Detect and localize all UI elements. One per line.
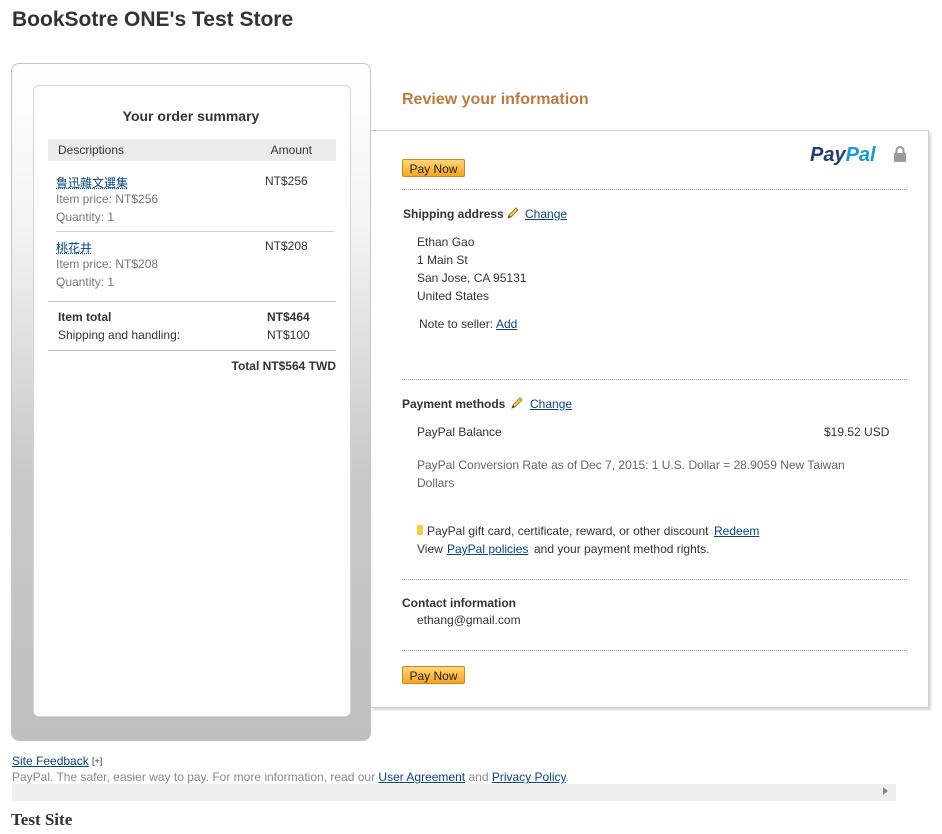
- item-price: Item price: NT$208: [56, 257, 159, 271]
- redeem-link[interactable]: Redeem: [714, 524, 759, 538]
- item-total-value: NT$464: [267, 310, 310, 324]
- gift-card-text: PayPal gift card, certificate, reward, o…: [427, 524, 709, 538]
- shipping-name: Ethan Gao: [417, 235, 475, 249]
- privacy-policy-link[interactable]: Privacy Policy: [492, 770, 566, 784]
- test-site-label: Test Site: [11, 810, 73, 829]
- conversion-rate-line2: Dollars: [417, 476, 455, 490]
- conversion-rate-line1: PayPal Conversion Rate as of Dec 7, 2015…: [417, 458, 845, 472]
- note-to-seller-label: Note to seller:: [419, 317, 494, 331]
- contact-info-label: Contact information: [402, 596, 516, 610]
- policy-prefix: View: [417, 542, 443, 556]
- scroll-right-arrow-icon[interactable]: [883, 787, 888, 795]
- pay-now-button-bottom[interactable]: Pay Now: [402, 666, 465, 684]
- section-divider: [402, 379, 907, 380]
- review-title: Review your information: [402, 91, 589, 108]
- shipping-country: United States: [417, 289, 490, 303]
- footer-text-prefix: PayPal. The safer, easier way to pay. Fo…: [12, 770, 376, 784]
- item-amount: NT$208: [265, 239, 308, 253]
- item-name-link[interactable]: 桃花井: [56, 239, 92, 256]
- site-feedback-link[interactable]: Site Feedback: [12, 754, 89, 768]
- user-agreement-link[interactable]: User Agreement: [378, 770, 465, 784]
- column-descriptions: Descriptions: [58, 143, 125, 157]
- paypal-logo-pay: Pay: [810, 144, 846, 166]
- pay-now-button-top[interactable]: Pay Now: [402, 159, 465, 177]
- contact-email: ethang@gmail.com: [417, 613, 521, 627]
- payment-amount: $19.52 USD: [824, 425, 890, 439]
- shipping-handling-value: NT$100: [267, 328, 310, 342]
- shipping-change-link[interactable]: Change: [525, 207, 567, 221]
- grand-total: Total NT$564 TWD: [231, 359, 336, 373]
- shipping-street: 1 Main St: [417, 253, 468, 267]
- shipping-address-label: Shipping address: [403, 207, 504, 221]
- store-title: BookSotre ONE's Test Store: [12, 8, 294, 31]
- order-summary-header: Descriptions Amount: [48, 139, 336, 161]
- footer-scrollbar[interactable]: [12, 784, 896, 801]
- paypal-policies-link[interactable]: PayPal policies: [447, 542, 528, 556]
- grand-total-divider: [48, 350, 336, 351]
- shipping-city: San Jose, CA 95131: [417, 271, 527, 285]
- shipping-handling-label: Shipping and handling:: [58, 328, 181, 342]
- item-price: Item price: NT$256: [56, 192, 159, 206]
- totals-divider: [48, 301, 336, 302]
- policy-suffix: and your payment method rights.: [534, 542, 710, 556]
- feedback-expand[interactable]: [+]: [92, 756, 102, 766]
- footer-period: .: [565, 770, 569, 784]
- order-summary-title: Your order summary: [122, 108, 260, 124]
- pencil-icon: [507, 207, 519, 219]
- pencil-icon: [511, 397, 523, 409]
- section-divider: [402, 579, 907, 580]
- payment-change-link[interactable]: Change: [530, 397, 572, 411]
- item-total-label: Item total: [58, 310, 112, 324]
- column-amount: Amount: [270, 143, 312, 157]
- footer-text: PayPal. The safer, easier way to pay. Fo…: [12, 770, 569, 784]
- paypal-logo-pal: Pal: [845, 144, 876, 166]
- item-name-link[interactable]: 鲁迅雜文選集: [56, 174, 128, 191]
- paypal-logo: PayPal: [810, 144, 876, 167]
- gift-card-marker: [417, 525, 423, 535]
- item-quantity: Quantity: 1: [56, 275, 115, 289]
- payment-methods-label: Payment methods: [402, 397, 506, 411]
- lock-icon: [894, 146, 906, 162]
- footer-and: and: [468, 770, 489, 784]
- item-quantity: Quantity: 1: [56, 210, 115, 224]
- item-amount: NT$256: [265, 174, 308, 188]
- item-divider: [56, 231, 334, 232]
- note-to-seller-add-link[interactable]: Add: [496, 317, 517, 331]
- section-divider: [402, 650, 907, 651]
- section-divider: [402, 189, 907, 190]
- payment-method-name: PayPal Balance: [417, 425, 502, 439]
